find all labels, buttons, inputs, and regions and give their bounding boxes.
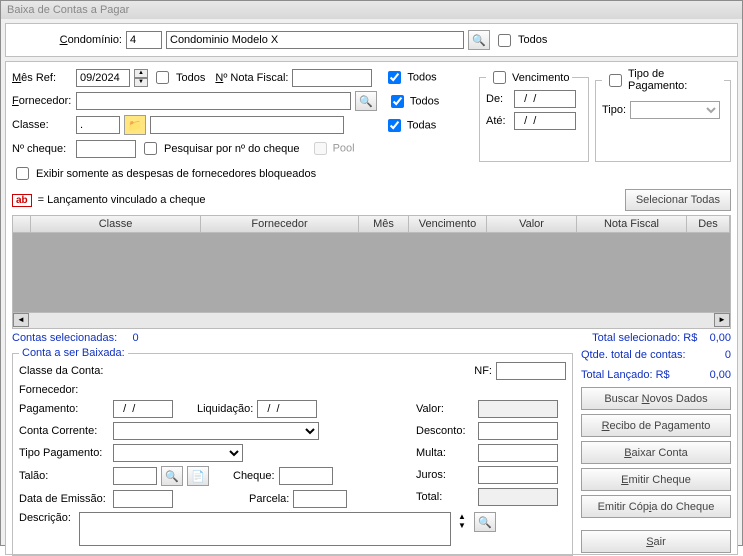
hscrollbar[interactable]: ◄► <box>12 313 731 329</box>
emitir-cheque-button[interactable]: Emitir Cheque <box>581 468 731 491</box>
mes-todos-label: Todos <box>176 72 205 84</box>
talao-input[interactable] <box>113 467 157 485</box>
classe-label: Classe: <box>12 119 72 131</box>
venc-fieldset: Vencimento De: Até: <box>479 68 589 162</box>
todos2-check[interactable] <box>388 71 401 84</box>
pesq-label: Pesquisar por nº do cheque <box>164 143 300 155</box>
binoculars-icon[interactable]: 🔍 <box>474 512 496 532</box>
tipopag-check[interactable] <box>609 74 622 87</box>
conta-select[interactable] <box>113 422 319 440</box>
detail-fieldset: Conta a ser Baixada: Classe da Conta:NF:… <box>12 347 573 556</box>
window-title: Baixa de Contas a Pagar <box>1 1 742 19</box>
contas-sel-label: Contas selecionadas: <box>12 332 117 344</box>
pool-check <box>314 142 327 155</box>
ncheque-label: Nº cheque: <box>12 143 72 155</box>
legend-text: = Lançamento vinculado a cheque <box>38 194 206 206</box>
ate-input[interactable] <box>514 112 576 130</box>
forn-input[interactable] <box>76 92 351 110</box>
condo-label: Condomínio: <box>12 34 122 46</box>
exibir-label: Exibir somente as despesas de fornecedor… <box>36 168 316 180</box>
forn-label: Fornecedor: <box>12 95 72 107</box>
sair-button[interactable]: Sair <box>581 530 731 553</box>
binoculars-icon[interactable]: 🔍 <box>468 30 490 50</box>
mes-todos-check[interactable] <box>156 71 169 84</box>
pesq-check[interactable] <box>144 142 157 155</box>
total-input <box>478 488 558 506</box>
detail-legend: Conta a ser Baixada: <box>19 347 128 359</box>
ab-badge: ab <box>12 194 32 207</box>
classe-name-input[interactable] <box>150 116 344 134</box>
cheque-input[interactable] <box>279 467 333 485</box>
de-input[interactable] <box>514 90 576 108</box>
juros-input[interactable] <box>478 466 558 484</box>
mesref-label: Mês Ref: <box>12 72 72 84</box>
multa-input[interactable] <box>478 444 558 462</box>
mesref-input[interactable] <box>76 69 130 87</box>
todos3-check[interactable] <box>391 95 404 108</box>
tipo-select <box>630 101 720 119</box>
binoculars-icon[interactable]: 🔍 <box>161 466 183 486</box>
tipopag-select[interactable] <box>113 444 243 462</box>
selecionar-todas-button[interactable]: Selecionar Todas <box>625 189 731 211</box>
mes-up[interactable]: ▲ <box>134 69 148 78</box>
nnota-label: Nº Nota Fiscal: <box>215 72 288 84</box>
condo-name-input[interactable] <box>166 31 464 49</box>
todos-label: Todos <box>518 34 547 46</box>
pag-input[interactable] <box>113 400 173 418</box>
buscar-button[interactable]: Buscar Novos Dados <box>581 387 731 410</box>
dataem-input[interactable] <box>113 490 173 508</box>
desconto-input[interactable] <box>478 422 558 440</box>
recibo-button[interactable]: Recibo de Pagamento <box>581 414 731 437</box>
ncheque-input[interactable] <box>76 140 136 158</box>
mes-down[interactable]: ▼ <box>134 78 148 87</box>
baixar-button[interactable]: Baixar Conta <box>581 441 731 464</box>
grid-body[interactable] <box>12 233 731 313</box>
todos-checkbox[interactable] <box>498 34 511 47</box>
binoculars-icon[interactable]: 🔍 <box>355 91 377 111</box>
emitir-copia-button[interactable]: Emitir Cópia do Cheque <box>581 495 731 518</box>
nf-input[interactable] <box>496 362 566 380</box>
condo-code-input[interactable] <box>126 31 162 49</box>
valor-input <box>478 400 558 418</box>
parcela-input[interactable] <box>293 490 347 508</box>
nnota-input[interactable] <box>292 69 372 87</box>
tipopag-fieldset: Tipo de Pagamento: Tipo: <box>595 68 731 162</box>
grid-header: Classe Fornecedor Mês Vencimento Valor N… <box>12 215 731 233</box>
folder-icon[interactable]: 📁 <box>124 115 146 135</box>
condo-panel: Condomínio: 🔍 Todos <box>5 23 738 57</box>
doc-icon[interactable]: 📄 <box>187 466 209 486</box>
desc-textarea[interactable] <box>79 512 451 546</box>
todas-check[interactable] <box>388 119 401 132</box>
venc-check[interactable] <box>493 71 506 84</box>
liq-input[interactable] <box>257 400 317 418</box>
exibir-check[interactable] <box>16 167 29 180</box>
classe-code-input[interactable] <box>76 116 120 134</box>
total-sel-label: Total selecionado: R$ <box>592 332 697 344</box>
